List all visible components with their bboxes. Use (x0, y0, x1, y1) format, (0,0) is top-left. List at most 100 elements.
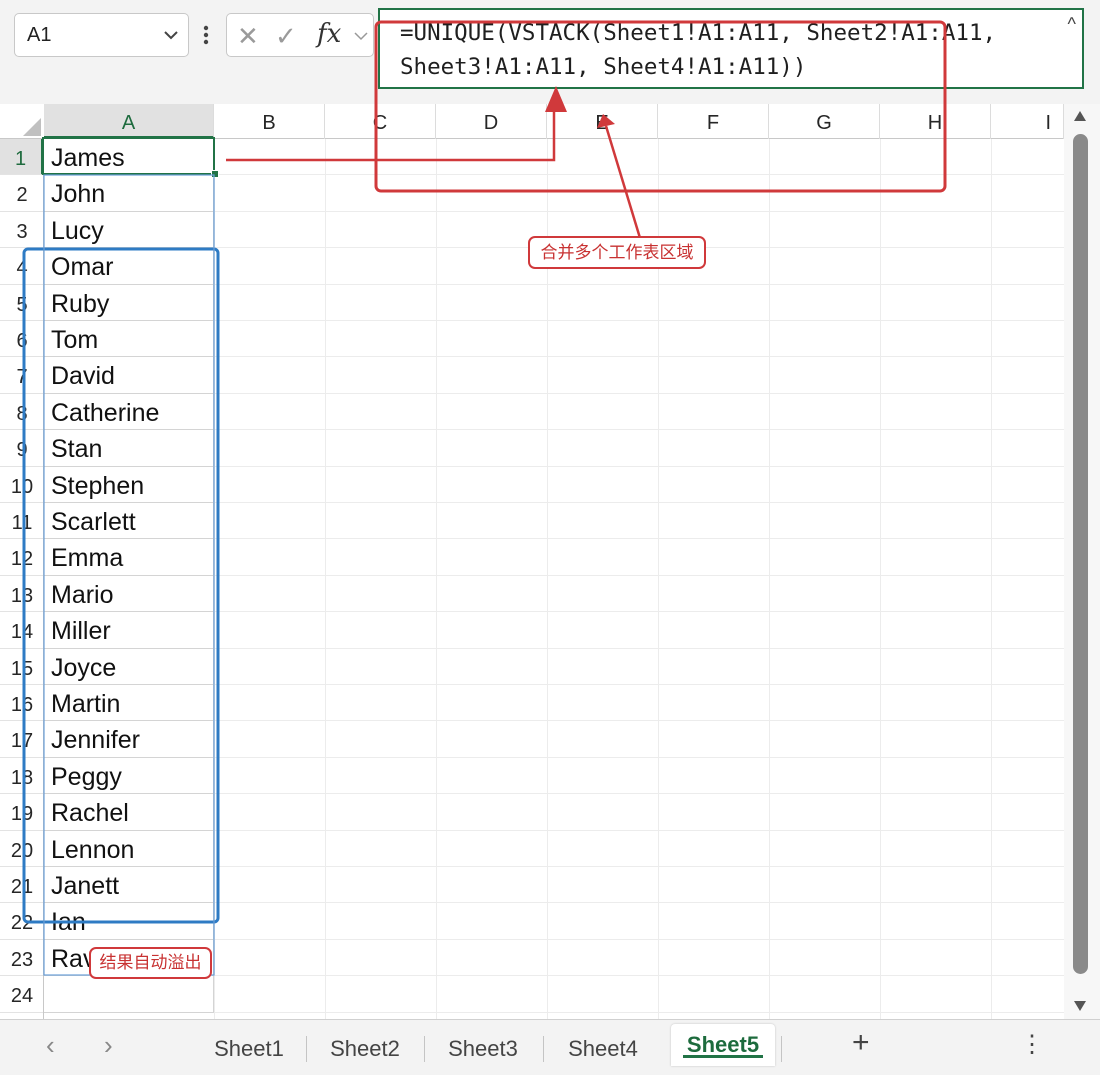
sheet-tab-1[interactable]: Sheet1 (194, 1028, 304, 1070)
row-header-9[interactable]: 9 (0, 430, 43, 467)
row-header-18[interactable]: 18 (0, 758, 43, 795)
next-sheet-arrow-icon[interactable]: › (104, 1030, 113, 1061)
chevron-down-icon[interactable] (353, 28, 369, 44)
row-header-10[interactable]: 10 (0, 467, 43, 503)
annotation-merge-callout: 合并多个工作表区域 (528, 236, 706, 269)
cell-grid[interactable]: James John Lucy Omar Ruby Tom David Catherine St… (44, 139, 1064, 1019)
row-header-5[interactable]: 5 (0, 285, 43, 321)
cell-a6[interactable]: Tom (44, 321, 214, 358)
tab-separator (543, 1036, 544, 1062)
row-header-21[interactable]: 21 (0, 867, 43, 904)
cell-a7[interactable]: David (44, 357, 214, 394)
row-header-24[interactable]: 24 (0, 976, 43, 1013)
scroll-down-arrow-icon[interactable] (1072, 998, 1088, 1014)
gridline (214, 829, 1064, 831)
row-header-22[interactable]: 22 (0, 903, 43, 940)
cell-a5[interactable]: Ruby (44, 284, 214, 321)
gridline (214, 429, 1064, 431)
name-box[interactable]: A1 (14, 13, 189, 57)
sheet-tab-3[interactable]: Sheet3 (428, 1028, 538, 1070)
row-header-14[interactable]: 14 (0, 612, 43, 649)
confirm-icon[interactable]: ✓ (275, 21, 297, 52)
prev-sheet-arrow-icon[interactable]: ‹ (46, 1030, 55, 1061)
collapse-formula-bar-icon[interactable]: ^ (1068, 14, 1076, 35)
formula-line-1: =UNIQUE(VSTACK(Sheet1!A1:A11, Sheet2!A1:… (400, 20, 997, 46)
row-header-16[interactable]: 16 (0, 685, 43, 722)
gridline (214, 139, 215, 1019)
cell-a20[interactable]: Lennon (44, 830, 214, 867)
fill-handle[interactable] (211, 170, 219, 178)
gridline (214, 938, 1064, 940)
cell-a15[interactable]: Joyce (44, 648, 214, 685)
gridline (214, 574, 1064, 576)
cell-a16[interactable]: Martin (44, 685, 214, 722)
sheet-tab-5-label: Sheet5 (686, 1032, 760, 1057)
cell-a12[interactable]: Emma (44, 539, 214, 576)
cell-a11[interactable]: Scarlett (44, 503, 214, 540)
sheet-tab-4[interactable]: Sheet4 (547, 1028, 659, 1070)
row-header-1[interactable]: 1 (0, 139, 43, 176)
column-header-h[interactable]: H (880, 104, 991, 139)
column-header-e[interactable]: E (547, 104, 658, 139)
vertical-scrollbar-thumb[interactable] (1073, 134, 1088, 974)
row-header-8[interactable]: 8 (0, 394, 43, 431)
formula-controls: ✕ ✓ fx (226, 13, 374, 57)
cell-a13[interactable]: Mario (44, 575, 214, 613)
column-header-g[interactable]: G (769, 104, 880, 139)
cell-a2[interactable]: John (44, 175, 214, 212)
row-header-4[interactable]: 4 (0, 248, 43, 285)
cell-a19[interactable]: Rachel (44, 794, 214, 831)
cell-a9[interactable]: Stan (44, 430, 214, 467)
gridline (991, 139, 992, 1019)
select-all-triangle-icon[interactable] (23, 118, 41, 136)
cancel-icon[interactable]: ✕ (237, 21, 259, 52)
gridline (214, 174, 1064, 176)
name-box-value: A1 (27, 24, 52, 46)
row-header-20[interactable]: 20 (0, 831, 43, 867)
row-header-13[interactable]: 13 (0, 576, 43, 613)
row-header-7[interactable]: 7 (0, 357, 43, 394)
cell-a17[interactable]: Jennifer (44, 721, 214, 758)
select-all-corner[interactable] (0, 104, 45, 139)
chevron-down-icon[interactable] (162, 22, 180, 48)
row-header-17[interactable]: 17 (0, 721, 43, 758)
gridline (214, 392, 1064, 394)
cell-a14[interactable]: Miller (44, 612, 214, 649)
row-header-19[interactable]: 19 (0, 794, 43, 831)
column-header-a[interactable]: A (44, 104, 214, 139)
gridline (214, 684, 1064, 685)
sheet-tab-2[interactable]: Sheet2 (310, 1028, 420, 1070)
column-header-d[interactable]: D (436, 104, 547, 139)
cell-a3[interactable]: Lucy (44, 211, 214, 249)
column-header-c[interactable]: C (325, 104, 436, 139)
cell-a24[interactable] (44, 976, 214, 1013)
cell-a8[interactable]: Catherine (44, 393, 214, 431)
gridline (658, 139, 659, 1019)
column-header-i[interactable]: I (991, 104, 1064, 139)
row-header-11[interactable]: 11 (0, 503, 43, 540)
cell-a4[interactable]: Omar (44, 248, 214, 285)
row-header-2[interactable]: 2 (0, 175, 43, 212)
gridline (214, 283, 1064, 285)
gridline (436, 139, 437, 1019)
scroll-up-arrow-icon[interactable] (1072, 108, 1088, 124)
formula-bar-input[interactable]: =UNIQUE(VSTACK(Sheet1!A1:A11, Sheet2!A1:… (378, 8, 1084, 89)
column-header-f[interactable]: F (658, 104, 769, 139)
insert-function-icon[interactable]: fx (317, 19, 341, 49)
row-header-12[interactable]: 12 (0, 539, 43, 576)
cell-a22[interactable]: Ian (44, 903, 214, 940)
more-sheet-options-icon[interactable]: ⋮ (1020, 1030, 1044, 1059)
add-sheet-icon[interactable]: + (852, 1026, 870, 1060)
cell-a10[interactable]: Stephen (44, 466, 214, 503)
row-header-3[interactable]: 3 (0, 212, 43, 249)
more-options-icon[interactable] (198, 20, 214, 50)
sheet-tab-5-active[interactable]: Sheet5 (671, 1024, 775, 1066)
row-header-6[interactable]: 6 (0, 321, 43, 358)
column-header-b[interactable]: B (214, 104, 325, 139)
gridline (214, 538, 1064, 540)
cell-a18[interactable]: Peggy (44, 757, 214, 795)
row-header-15[interactable]: 15 (0, 649, 43, 685)
row-header-23[interactable]: 23 (0, 940, 43, 977)
formula-line-2: Sheet3!A1:A11, Sheet4!A1:A11)) (400, 54, 807, 80)
cell-a21[interactable]: Janett (44, 867, 214, 904)
